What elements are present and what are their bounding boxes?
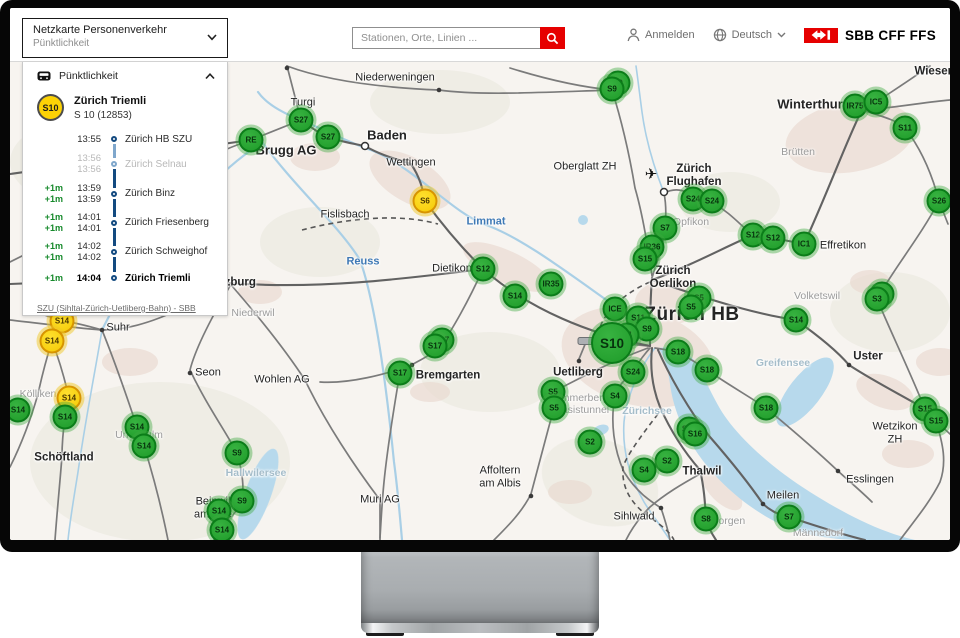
train-position-badge[interactable]: S27 [316, 125, 341, 150]
train-position-badge[interactable]: IC1 [792, 232, 817, 257]
train-position-badge[interactable]: S5 [679, 295, 704, 320]
train-position-badge[interactable]: S10 [591, 322, 633, 364]
stop-name: Zürich HB SZU [123, 134, 227, 145]
monitor-stand-base [361, 623, 599, 633]
train-position-badge[interactable]: S24 [700, 189, 725, 214]
train-position-badge[interactable]: S18 [754, 396, 779, 421]
layer-dropdown[interactable]: Netzkarte Personenverkehr Pünktlichkeit [22, 18, 228, 58]
login-button[interactable]: Anmelden [627, 28, 695, 42]
stop-name: Zürich Triemli [123, 273, 227, 284]
train-position-badge[interactable]: S2 [655, 449, 680, 474]
train-position-badge[interactable]: S2 [578, 430, 603, 455]
stop-row: +1m+1m14:0114:01Zürich Friesenberg [37, 208, 227, 237]
train-position-badge[interactable]: S12 [471, 257, 496, 282]
train-position-badge[interactable]: S14 [210, 518, 235, 541]
stop-row: 13:55Zürich HB SZU [37, 129, 227, 149]
globe-icon [713, 28, 727, 42]
language-label: Deutsch [732, 29, 772, 41]
train-position-badge[interactable]: S6 [413, 189, 438, 214]
train-position-badge[interactable]: S17 [388, 361, 413, 386]
search-button[interactable] [540, 27, 565, 49]
stop-name: Zürich Schweighof [123, 246, 227, 257]
sbb-flag-icon [804, 28, 838, 43]
login-label: Anmelden [645, 29, 695, 41]
train-position-badge[interactable]: S14 [784, 308, 809, 333]
train-position-badge[interactable]: S5 [542, 396, 567, 421]
search-icon [546, 32, 559, 45]
collapse-chevron-up-icon[interactable] [205, 73, 215, 80]
train-position-badge[interactable]: IR35 [539, 272, 564, 297]
stops-list: 13:55Zürich HB SZU13:5613:56Zürich Selna… [23, 129, 227, 290]
train-position-badge[interactable]: S24 [621, 360, 646, 385]
stop-name: Zürich Friesenberg [123, 217, 227, 228]
monitor-stand [361, 550, 599, 623]
train-position-badge[interactable]: RE [239, 128, 264, 153]
panel-title: Pünktlichkeit [59, 70, 197, 82]
layer-dropdown-value: Netzkarte Personenverkehr [33, 24, 217, 36]
stop-name: Zürich Selnau [123, 159, 227, 170]
operator-link[interactable]: SZU (Sihltal-Zürich-Uetliberg-Bahn) - SB… [37, 303, 196, 313]
train-position-badge[interactable]: S14 [40, 329, 65, 354]
train-position-badge[interactable]: S17 [423, 334, 448, 359]
user-icon [627, 28, 640, 42]
train-position-badge[interactable]: S11 [893, 116, 918, 141]
stop-row: 13:5613:56Zürich Selnau [37, 149, 227, 179]
train-position-badge[interactable]: S26 [927, 189, 951, 214]
language-selector[interactable]: Deutsch [713, 28, 786, 42]
monitor-frame: NiederweningenTurgiBadenBrugg AGWettinge… [0, 0, 960, 552]
chevron-down-icon [207, 34, 217, 41]
chevron-down-icon [777, 32, 786, 38]
stop-name: Zürich Binz [123, 188, 227, 199]
search-input[interactable] [352, 27, 540, 49]
train-position-badge[interactable]: S9 [225, 441, 250, 466]
train-position-badge[interactable]: S4 [603, 384, 628, 409]
train-position-badge[interactable]: S9 [230, 489, 255, 514]
train-position-badge[interactable]: S4 [632, 458, 657, 483]
train-position-badge[interactable]: S8 [694, 507, 719, 532]
train-position-badge[interactable]: S12 [761, 226, 786, 251]
logo-text: SBB CFF FFS [845, 28, 936, 43]
train-number: S 10 (12853) [74, 110, 146, 121]
train-name: Zürich Triemli [74, 95, 146, 107]
stop-row: +1m14:04Zürich Triemli [37, 266, 227, 290]
train-position-badge[interactable]: S18 [666, 340, 691, 365]
train-position-badge[interactable]: S18 [695, 358, 720, 383]
train-position-badge[interactable]: S9 [600, 77, 625, 102]
train-position-badge[interactable]: S14 [503, 284, 528, 309]
train-position-badge[interactable]: S15 [924, 409, 949, 434]
train-position-badge[interactable]: IC5 [864, 90, 889, 115]
train-position-badge[interactable]: S16 [683, 422, 708, 447]
train-position-badge[interactable]: S7 [777, 505, 802, 530]
stop-row: +1m+1m13:5913:59Zürich Binz [37, 179, 227, 208]
train-position-badge[interactable]: ICE [603, 297, 628, 322]
train-position-badge[interactable]: S3 [865, 287, 890, 312]
train-position-badge[interactable]: S14 [132, 434, 157, 459]
stop-row: +1m+1m14:0214:02Zürich Schweighof [37, 237, 227, 266]
train-position-badge[interactable]: S14 [53, 405, 78, 430]
train-icon [37, 71, 51, 82]
screen: NiederweningenTurgiBadenBrugg AGWettinge… [10, 8, 950, 540]
train-position-badge[interactable]: S15 [633, 247, 658, 272]
layer-dropdown-subvalue: Pünktlichkeit [33, 38, 217, 49]
sbb-logo: SBB CFF FFS [804, 28, 936, 43]
punctuality-panel: Pünktlichkeit S10 Zürich Triemli S 10 (1… [22, 62, 228, 316]
train-position-badge[interactable]: S27 [289, 108, 314, 133]
search-bar [352, 27, 565, 49]
train-line-badge: S10 [37, 94, 64, 121]
